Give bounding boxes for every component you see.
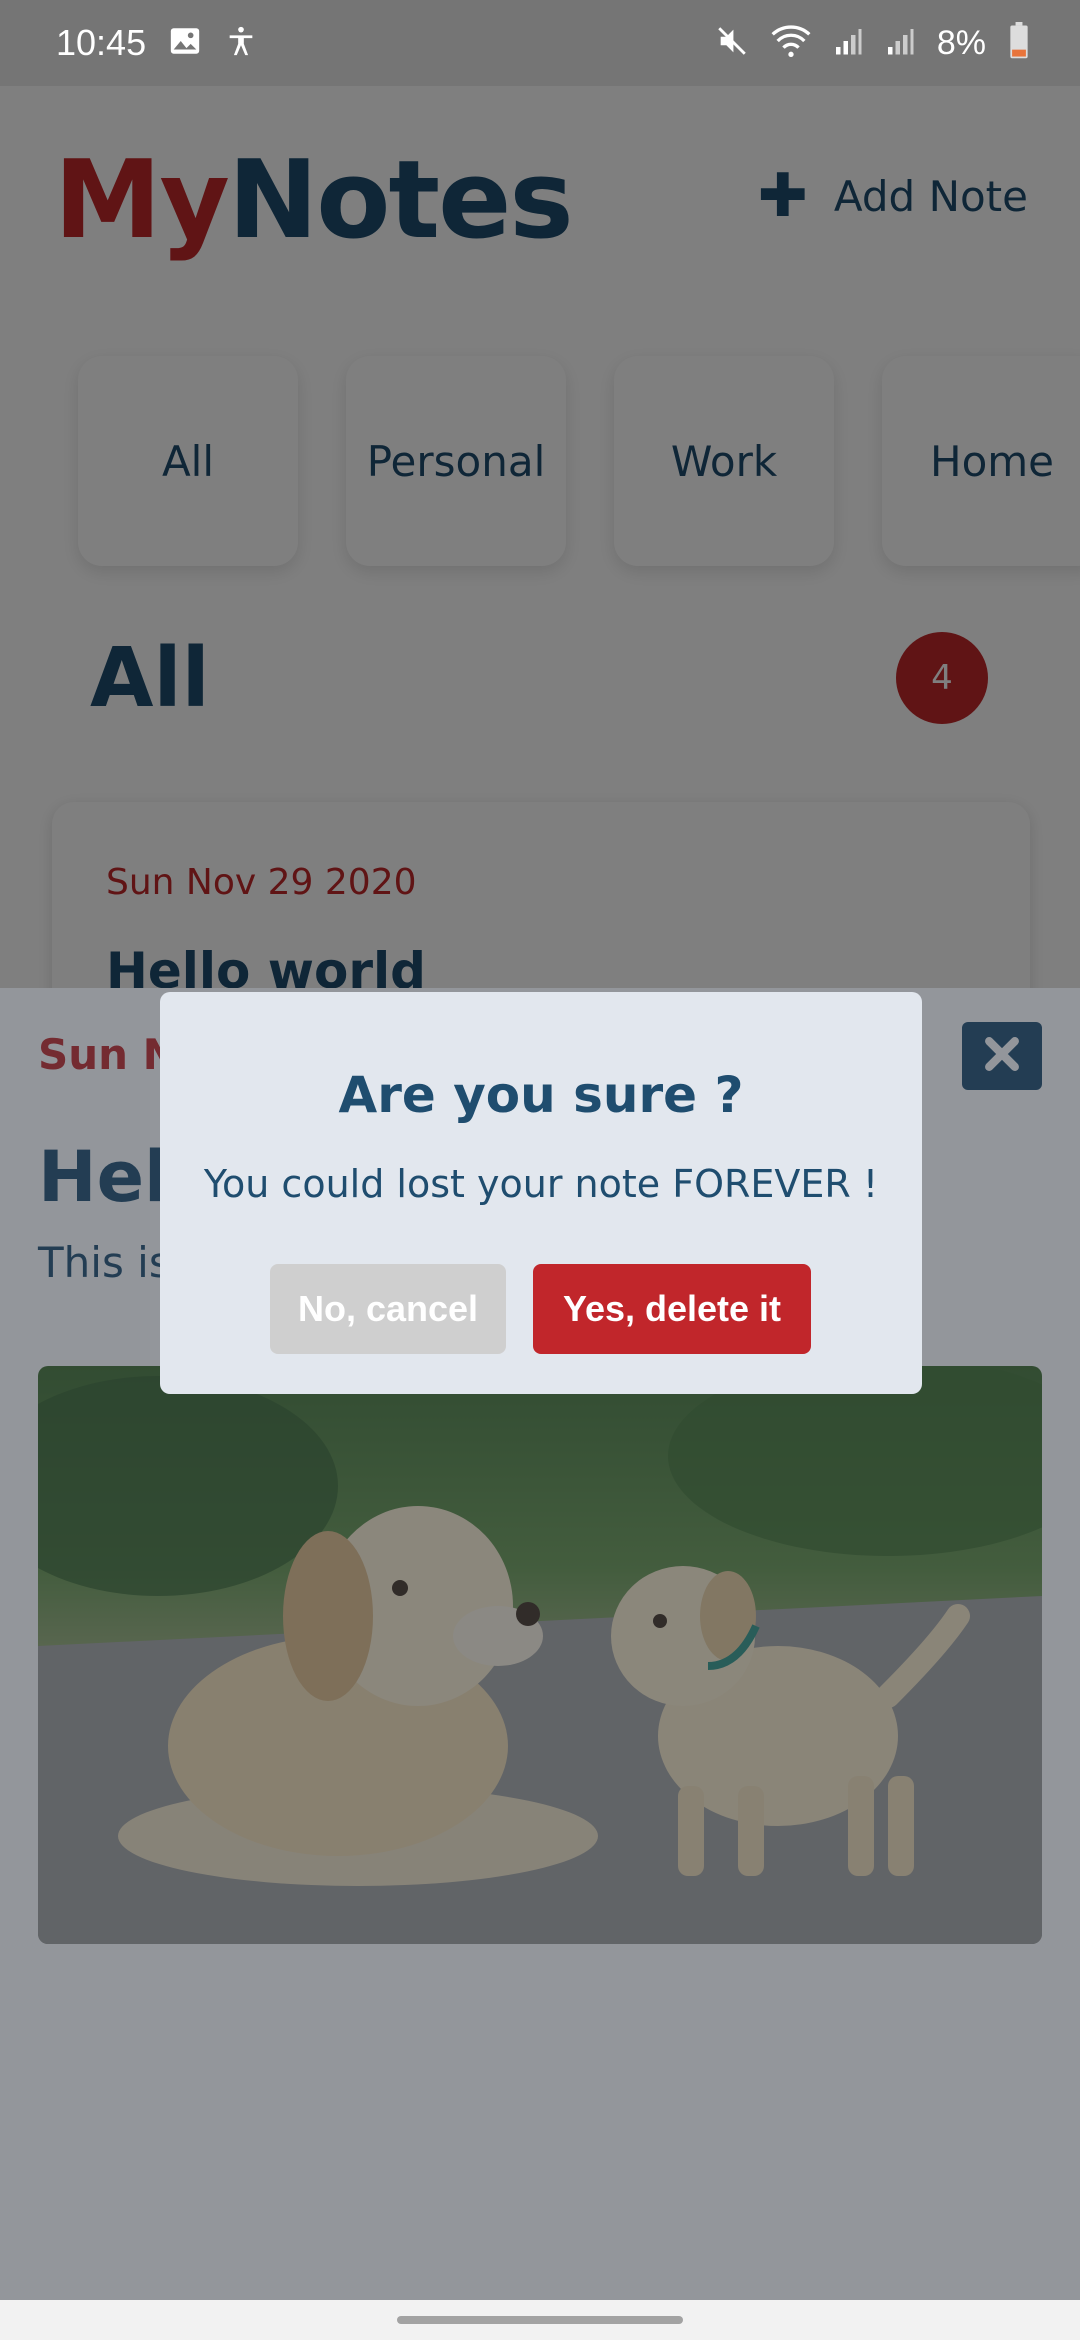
cancel-button[interactable]: No, cancel bbox=[270, 1264, 506, 1354]
dialog-message: You could lost your note FOREVER ! bbox=[203, 1162, 879, 1206]
navigation-bar bbox=[0, 2300, 1080, 2340]
status-time: 10:45 bbox=[56, 22, 147, 63]
image-icon bbox=[168, 24, 202, 62]
dialog-title: Are you sure ? bbox=[338, 1066, 744, 1124]
signal-icon bbox=[885, 24, 915, 62]
status-bar-left: 10:45 bbox=[56, 22, 258, 64]
signal-icon bbox=[833, 24, 863, 62]
confirm-delete-dialog: Are you sure ? You could lost your note … bbox=[160, 992, 922, 1394]
battery-icon bbox=[1008, 22, 1030, 64]
status-bar: 10:45 8% bbox=[0, 0, 1080, 86]
accessibility-icon bbox=[224, 24, 258, 62]
battery-percent: 8% bbox=[936, 23, 986, 62]
overlay-backdrop bbox=[0, 86, 1080, 988]
delete-confirm-button[interactable]: Yes, delete it bbox=[533, 1264, 811, 1354]
wifi-icon bbox=[771, 24, 811, 62]
home-gesture-handle[interactable] bbox=[397, 2316, 683, 2324]
status-bar-right: 8% bbox=[715, 22, 1030, 64]
mute-icon bbox=[715, 24, 749, 62]
